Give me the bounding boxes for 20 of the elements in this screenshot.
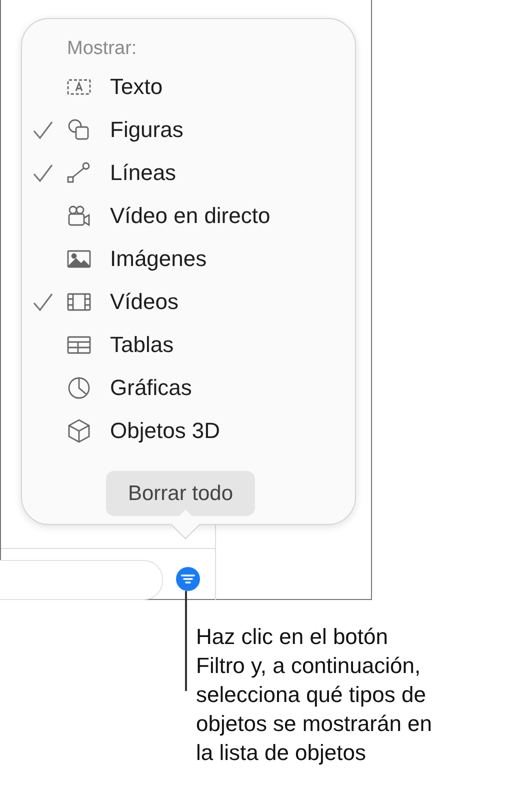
menu-item[interactable]: Texto (22, 65, 355, 108)
callout-text: Haz clic en el botón Filtro y, a continuación, selecciona qué tipos de objetos se mostrarán en la lista de objetos (196, 623, 434, 767)
pie-chart-icon (66, 374, 92, 400)
line-icon (66, 160, 92, 186)
menu-item[interactable]: Imágenes (22, 237, 355, 280)
search-field[interactable] (0, 560, 163, 600)
menu-item[interactable]: Gráficas (22, 366, 355, 409)
cube-icon (66, 418, 92, 444)
checkmark-icon (32, 292, 54, 312)
popover-header: Mostrar: (67, 37, 138, 61)
menu-item[interactable]: Objetos 3D (22, 409, 355, 452)
clear-all-button[interactable]: Borrar todo (106, 471, 256, 516)
menu-item[interactable]: Líneas (22, 151, 355, 194)
menu-item[interactable]: Figuras (22, 108, 355, 151)
menu-item[interactable]: Vídeos (22, 280, 355, 323)
menu-item[interactable]: Tablas (22, 323, 355, 366)
filter-button[interactable] (176, 567, 200, 591)
checkmark-icon (32, 162, 54, 182)
menu-item[interactable]: Vídeo en directo (22, 194, 355, 237)
checkmark-icon (32, 120, 54, 140)
